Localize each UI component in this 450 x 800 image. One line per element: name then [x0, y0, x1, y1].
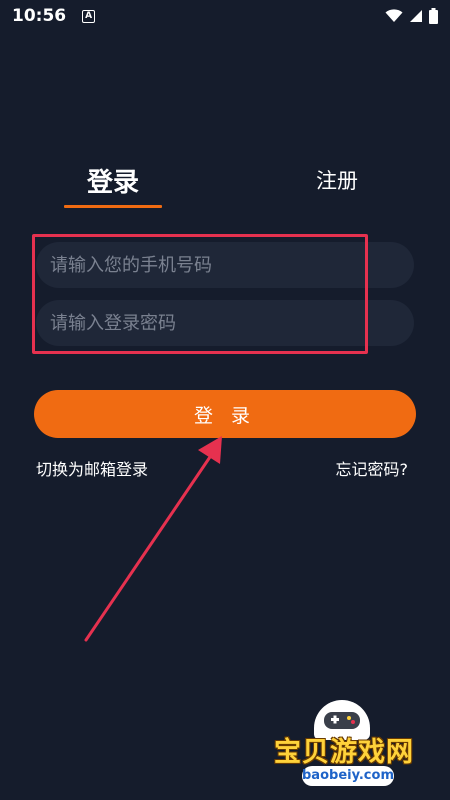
battery-icon — [429, 8, 438, 24]
status-icons — [385, 8, 438, 24]
notification-a-icon: A — [82, 9, 96, 23]
switch-to-email-login-link[interactable]: 切换为邮箱登录 — [36, 456, 148, 480]
watermark-logo: 宝贝游戏网 baobeiy.com — [268, 700, 428, 795]
watermark-url: baobeiy.com — [302, 766, 394, 786]
signal-icon — [410, 10, 422, 22]
tab-register[interactable]: 注册 — [300, 160, 374, 200]
forgot-password-link[interactable]: 忘记密码? — [336, 456, 409, 480]
login-button[interactable]: 登 录 — [34, 390, 416, 438]
tab-login[interactable]: 登录 — [64, 160, 162, 200]
wifi-icon — [385, 9, 403, 22]
watermark-title: 宝贝游戏网 — [274, 737, 414, 768]
active-tab-indicator — [64, 205, 162, 208]
password-input-container — [36, 300, 414, 346]
phone-input-container — [36, 242, 414, 288]
login-screen: 10:56 A 登录 注册 登 录 切换为邮箱登录 忘记密码? — [0, 0, 450, 800]
phone-input[interactable] — [50, 242, 414, 288]
status-bar: 10:56 A — [0, 0, 450, 32]
status-time: 10:56 — [12, 6, 67, 26]
password-input[interactable] — [50, 300, 414, 346]
